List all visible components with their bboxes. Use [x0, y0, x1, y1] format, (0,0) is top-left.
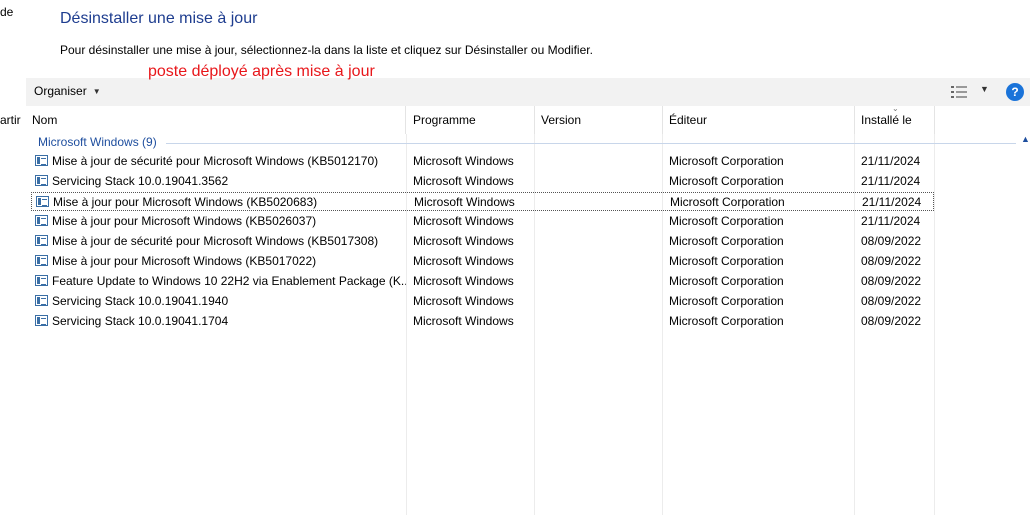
cell-program: Microsoft Windows — [414, 195, 515, 209]
column-header-version[interactable]: Version — [535, 106, 663, 134]
cell-program: Microsoft Windows — [413, 314, 514, 328]
sort-descending-icon: ⌄ — [892, 104, 899, 113]
cell-installed: 21/11/2024 — [861, 174, 921, 188]
cell-publisher: Microsoft Corporation — [669, 314, 784, 328]
table-row[interactable]: Mise à jour pour Microsoft Windows (KB50… — [31, 192, 934, 211]
cell-program: Microsoft Windows — [413, 254, 514, 268]
cell-installed: 21/11/2024 — [861, 214, 921, 228]
chevron-down-icon: ▼ — [92, 86, 101, 96]
cell-publisher: Microsoft Corporation — [670, 195, 785, 209]
table-row[interactable]: Mise à jour de sécurité pour Microsoft W… — [31, 232, 934, 251]
update-package-icon — [35, 215, 48, 226]
cell-publisher: Microsoft Corporation — [669, 294, 784, 308]
column-header-program[interactable]: Programme — [407, 106, 535, 134]
cell-installed: 08/09/2022 — [861, 254, 922, 268]
cell-name: Mise à jour pour Microsoft Windows (KB50… — [52, 254, 317, 268]
cell-name: Mise à jour de sécurité pour Microsoft W… — [52, 154, 379, 168]
table-row[interactable]: Servicing Stack 10.0.19041.1704 Microsoft… — [31, 312, 934, 331]
cell-publisher: Microsoft Corporation — [669, 234, 784, 248]
help-button[interactable]: ? — [1006, 83, 1024, 101]
left-pane-text-fragment: artir — [0, 113, 21, 127]
update-package-icon — [35, 175, 48, 186]
instructions-text: Pour désinstaller une mise à jour, sélec… — [60, 43, 593, 57]
column-header-publisher[interactable]: Éditeur — [663, 106, 855, 134]
cell-installed: 08/09/2022 — [861, 314, 922, 328]
cell-name: Servicing Stack 10.0.19041.3562 — [52, 174, 229, 188]
collapse-group-icon[interactable]: ▲ — [1021, 134, 1030, 144]
organize-button[interactable]: Organiser ▼ — [34, 84, 101, 98]
cell-publisher: Microsoft Corporation — [669, 214, 784, 228]
cell-publisher: Microsoft Corporation — [669, 254, 784, 268]
cell-installed: 08/09/2022 — [861, 274, 922, 288]
cell-name: Mise à jour pour Microsoft Windows (KB50… — [52, 214, 317, 228]
group-header[interactable]: Microsoft Windows (9) — [38, 135, 157, 149]
cell-name: Servicing Stack 10.0.19041.1704 — [52, 314, 229, 328]
cell-name: Mise à jour pour Microsoft Windows (KB50… — [53, 195, 318, 209]
cell-publisher: Microsoft Corporation — [669, 154, 784, 168]
cell-program: Microsoft Windows — [413, 294, 514, 308]
cell-program: Microsoft Windows — [413, 274, 514, 288]
cell-program: Microsoft Windows — [413, 154, 514, 168]
cell-installed: 08/09/2022 — [861, 234, 922, 248]
update-package-icon — [35, 295, 48, 306]
cell-name: Mise à jour de sécurité pour Microsoft W… — [52, 234, 379, 248]
cell-program: Microsoft Windows — [413, 214, 514, 228]
view-options-dropdown-icon[interactable]: ▼ — [980, 84, 989, 94]
left-pane-text-fragment: de — [0, 5, 14, 19]
view-options-icon[interactable] — [950, 84, 970, 100]
update-package-icon — [35, 275, 48, 286]
update-package-icon — [35, 155, 48, 166]
toolbar: Organiser ▼ ▼ ? — [26, 78, 1030, 106]
table-row[interactable]: Mise à jour de sécurité pour Microsoft W… — [31, 152, 934, 171]
table-row[interactable]: Servicing Stack 10.0.19041.1940 Microsoft… — [31, 292, 934, 311]
table-row[interactable]: Mise à jour pour Microsoft Windows (KB50… — [31, 212, 934, 231]
page-title: Désinstaller une mise à jour — [60, 10, 258, 27]
table-row[interactable]: Servicing Stack 10.0.19041.3562 Microsoft… — [31, 172, 934, 191]
cell-program: Microsoft Windows — [413, 174, 514, 188]
cell-name: Servicing Stack 10.0.19041.1940 — [52, 294, 229, 308]
update-package-icon — [36, 196, 49, 207]
cell-installed: 08/09/2022 — [861, 294, 922, 308]
table-row[interactable]: Mise à jour pour Microsoft Windows (KB50… — [31, 252, 934, 271]
update-package-icon — [35, 235, 48, 246]
organize-label: Organiser — [34, 84, 87, 98]
cell-publisher: Microsoft Corporation — [669, 174, 784, 188]
cell-installed: 21/11/2024 — [862, 195, 922, 209]
update-package-icon — [35, 255, 48, 266]
annotation-text: poste déployé après mise à jour — [148, 63, 375, 80]
cell-installed: 21/11/2024 — [861, 154, 921, 168]
cell-program: Microsoft Windows — [413, 234, 514, 248]
update-package-icon — [35, 315, 48, 326]
table-row[interactable]: Feature Update to Windows 10 22H2 via En… — [31, 272, 934, 291]
column-header-name[interactable]: Nom — [26, 106, 406, 134]
cell-publisher: Microsoft Corporation — [669, 274, 784, 288]
cell-name: Feature Update to Windows 10 22H2 via En… — [52, 274, 406, 288]
group-separator — [166, 143, 1016, 144]
updates-list: Nom Programme Version Éditeur Installé l… — [26, 104, 1030, 515]
